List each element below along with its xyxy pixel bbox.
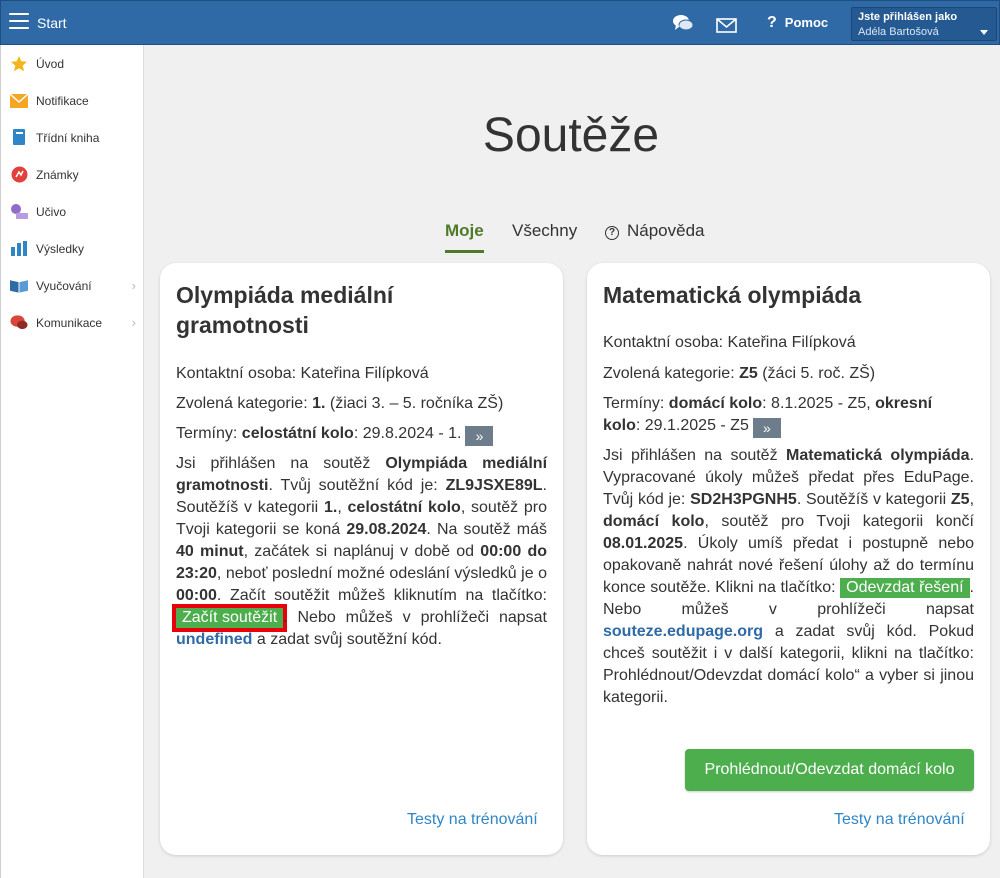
sidebar-item-uvod[interactable]: Úvod [1, 45, 144, 82]
chevron-right-icon: › [131, 278, 136, 293]
bar-chart-icon [10, 240, 28, 258]
sidebar-item-komunikace[interactable]: Komunikace › [1, 304, 144, 341]
help-button[interactable]: ? Pomoc [767, 14, 828, 32]
chevron-down-icon [980, 30, 988, 35]
question-circle-icon: ? [605, 226, 619, 240]
tabs: Moje Všechny ? Nápověda [145, 221, 997, 253]
question-icon: ? [767, 14, 777, 31]
category: Zvolená kategorie: 1. (žiaci 3. – 5. roč… [176, 395, 504, 412]
expand-terms-button[interactable]: » [465, 426, 494, 446]
tab-napoveda[interactable]: ? Nápověda [605, 221, 705, 253]
start-link[interactable]: Start [37, 15, 67, 31]
contest-card-math: Matematická olympiáda Kontaktní osoba: K… [587, 263, 990, 855]
contest-description: Jsi přihlášen na soutěž Matematická olym… [603, 447, 975, 706]
sidebar-item-znamky[interactable]: Známky [1, 156, 144, 193]
top-bar: Start ? Pomoc Jste přihlášen jako Adéla B… [0, 0, 1000, 45]
contest-url-link[interactable]: undefined [176, 631, 252, 648]
expand-terms-button[interactable]: » [752, 418, 781, 438]
submit-solution-button[interactable]: Odevzdat řešení [840, 578, 970, 598]
training-tests-link[interactable]: Testy na trénování [834, 811, 965, 829]
main-content: Soutěže Moje Všechny ? Nápověda Olympiáda… [145, 45, 997, 878]
speech-bubbles-icon [10, 314, 28, 332]
learning-icon [10, 203, 28, 221]
mail-icon[interactable] [716, 16, 738, 36]
terms: Termíny: domácí kolo: 8.1.2025 - Z5, okr… [603, 395, 933, 438]
contest-description: Jsi přihlášen na soutěž Olympiáda mediál… [171, 455, 548, 648]
sidebar-item-tridni-kniha[interactable]: Třídní kniha [1, 119, 144, 156]
sidebar: Úvod Notifikace Třídní kniha Známky Učiv… [0, 45, 144, 878]
contact-person: Kontaktní osoba: Kateřina Filípková [603, 334, 856, 351]
user-menu[interactable]: Jste přihlášen jako Adéla Bartošová [851, 7, 997, 41]
envelope-icon [10, 92, 28, 110]
terms: Termíny: celostátní kolo: 29.8.2024 - 1.… [176, 423, 494, 446]
star-icon [10, 55, 28, 73]
user-label: Jste přihlášen jako [858, 11, 958, 23]
start-contest-button[interactable]: Začít soutěžit [171, 604, 288, 632]
tab-moje[interactable]: Moje [445, 221, 484, 253]
sidebar-item-vysledky[interactable]: Výsledky [1, 230, 144, 267]
card-title: Olympiáda mediální gramotnosti [176, 282, 394, 338]
sidebar-item-ucivo[interactable]: Učivo [1, 193, 144, 230]
sidebar-item-notifikace[interactable]: Notifikace [1, 82, 144, 119]
tab-vsechny[interactable]: Všechny [512, 221, 577, 253]
open-book-icon [10, 277, 28, 295]
user-name: Adéla Bartošová [858, 26, 939, 38]
contest-url-link[interactable]: souteze.edupage.org [603, 623, 763, 640]
menu-icon[interactable] [9, 13, 29, 31]
training-tests-link[interactable]: Testy na trénování [407, 811, 538, 829]
page-title: Soutěže [482, 109, 660, 162]
contest-card-media: Olympiáda mediální gramotnosti Kontaktní… [160, 263, 563, 855]
contact-person: Kontaktní osoba: Kateřina Filípková [176, 365, 429, 382]
card-title: Matematická olympiáda [603, 282, 862, 308]
category: Zvolená kategorie: Z5 (žáci 5. roč. ZŠ) [603, 365, 876, 382]
grades-icon [10, 166, 28, 184]
chevron-right-icon: › [131, 315, 136, 330]
view-submit-home-round-button[interactable]: Prohlédnout/Odevzdat domácí kolo [685, 749, 974, 791]
book-icon [10, 129, 28, 147]
chat-icon[interactable] [672, 13, 694, 33]
sidebar-item-vyucovani[interactable]: Vyučování › [1, 267, 144, 304]
